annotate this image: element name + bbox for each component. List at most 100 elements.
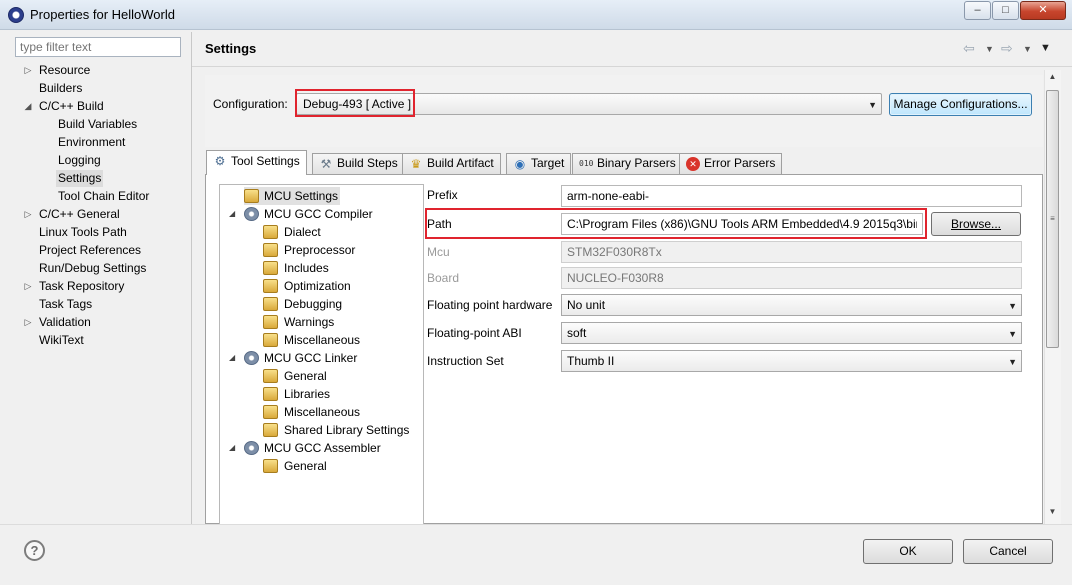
board-field: NUCLEO-F030R8 bbox=[561, 267, 1022, 289]
fp-abi-select[interactable]: soft ▼ bbox=[561, 322, 1022, 344]
prefix-label: Prefix bbox=[427, 188, 458, 202]
options-folder-icon bbox=[263, 225, 278, 239]
nav-item-project-references[interactable]: Project References bbox=[39, 242, 141, 259]
tool-settings-tree: MCU Settings ◢ MCU GCC Compiler Dialect … bbox=[219, 184, 424, 524]
nav-item-resource[interactable]: Resource bbox=[39, 62, 90, 79]
nav-item-build-variables[interactable]: Build Variables bbox=[58, 116, 137, 133]
options-folder-icon bbox=[263, 333, 278, 347]
tool-cog-icon bbox=[244, 207, 259, 221]
nav-item-tool-chain-editor[interactable]: Tool Chain Editor bbox=[58, 188, 149, 205]
eclipse-app-icon bbox=[8, 7, 24, 23]
fp-abi-label: Floating-point ABI bbox=[427, 326, 522, 340]
nav-item-builders[interactable]: Builders bbox=[39, 80, 82, 97]
view-menu-icon[interactable]: ▼ bbox=[1040, 42, 1051, 54]
tool-settings-icon: ⚙ bbox=[214, 154, 226, 168]
ok-button[interactable]: OK bbox=[863, 539, 953, 564]
tool-cog-icon bbox=[244, 441, 259, 455]
nav-item-task-tags[interactable]: Task Tags bbox=[39, 296, 92, 313]
fp-hardware-value: No unit bbox=[567, 298, 606, 312]
nav-item-cc-build[interactable]: C/C++ Build bbox=[39, 98, 104, 115]
pane-divider[interactable] bbox=[191, 32, 192, 524]
filter-input[interactable] bbox=[15, 37, 181, 57]
collapse-arrow-icon[interactable]: ◢ bbox=[229, 209, 235, 218]
cancel-button[interactable]: Cancel bbox=[963, 539, 1053, 564]
minimize-button[interactable]: – bbox=[964, 1, 991, 20]
tab-label: Tool Settings bbox=[231, 154, 300, 168]
tab-label: Error Parsers bbox=[704, 156, 776, 170]
chevron-down-icon: ▼ bbox=[1008, 329, 1017, 339]
maximize-button[interactable]: □ bbox=[992, 1, 1019, 20]
tab-label: Build Steps bbox=[337, 156, 398, 170]
nav-item-cc-general[interactable]: C/C++ General bbox=[39, 206, 120, 223]
chevron-down-icon: ▼ bbox=[868, 100, 877, 110]
options-folder-icon bbox=[263, 459, 278, 473]
configuration-highlight-box bbox=[295, 89, 415, 117]
collapse-arrow-icon[interactable]: ◢ bbox=[229, 443, 235, 452]
scroll-down-icon[interactable]: ▼ bbox=[1044, 507, 1061, 516]
board-label: Board bbox=[427, 271, 460, 285]
build-artifact-icon: ♛ bbox=[410, 157, 422, 171]
tab-target[interactable]: ◉ Target bbox=[506, 153, 572, 174]
configuration-label: Configuration: bbox=[213, 97, 288, 111]
nav-item-environment[interactable]: Environment bbox=[58, 134, 125, 151]
expand-arrow-icon[interactable]: ▷ bbox=[22, 65, 34, 76]
header-divider bbox=[192, 66, 1072, 67]
mcu-field: STM32F030R8Tx bbox=[561, 241, 1022, 263]
tool-cog-icon bbox=[244, 351, 259, 365]
page-title: Settings bbox=[205, 41, 257, 56]
footer-divider bbox=[0, 524, 1072, 525]
expand-arrow-icon[interactable]: ▷ bbox=[22, 281, 34, 292]
options-folder-icon bbox=[263, 297, 278, 311]
tab-build-artifact[interactable]: ♛ Build Artifact bbox=[402, 153, 501, 174]
chevron-down-icon: ▼ bbox=[1008, 301, 1017, 311]
dropdown-icon[interactable]: ▼ bbox=[1023, 44, 1032, 54]
options-folder-icon bbox=[263, 279, 278, 293]
nav-item-validation[interactable]: Validation bbox=[39, 314, 91, 331]
nav-item-settings[interactable]: Settings bbox=[56, 170, 104, 187]
path-highlight-box bbox=[425, 208, 927, 239]
help-icon[interactable]: ? bbox=[24, 540, 45, 561]
mcu-label: Mcu bbox=[427, 245, 450, 259]
error-parsers-icon: ✕ bbox=[686, 157, 700, 171]
expand-arrow-icon[interactable]: ▷ bbox=[22, 209, 34, 220]
scroll-up-icon[interactable]: ▲ bbox=[1044, 72, 1061, 81]
manage-configurations-button[interactable]: Manage Configurations... bbox=[889, 93, 1032, 116]
window-title: Properties for HelloWorld bbox=[30, 7, 175, 22]
tab-tool-settings[interactable]: ⚙ Tool Settings bbox=[206, 150, 307, 175]
nav-item-linux-tools-path[interactable]: Linux Tools Path bbox=[39, 224, 127, 241]
nav-item-logging[interactable]: Logging bbox=[58, 152, 101, 169]
options-folder-icon bbox=[263, 243, 278, 257]
options-folder-icon bbox=[263, 261, 278, 275]
expand-arrow-icon[interactable]: ▷ bbox=[22, 317, 34, 328]
dropdown-icon[interactable]: ▼ bbox=[985, 44, 994, 54]
collapse-arrow-icon[interactable]: ◢ bbox=[229, 353, 235, 362]
options-folder-icon bbox=[263, 315, 278, 329]
fp-abi-value: soft bbox=[567, 326, 587, 340]
forward-arrow-icon[interactable]: ⇨ bbox=[1001, 40, 1013, 57]
nav-item-task-repository[interactable]: Task Repository bbox=[39, 278, 124, 295]
tree-item-mcu-settings[interactable]: MCU Settings bbox=[244, 187, 340, 205]
options-folder-icon bbox=[263, 423, 278, 437]
tab-label: Build Artifact bbox=[427, 156, 494, 170]
tab-build-steps[interactable]: ⚒ Build Steps bbox=[312, 153, 405, 174]
fp-hardware-select[interactable]: No unit ▼ bbox=[561, 294, 1022, 316]
options-folder-icon bbox=[263, 369, 278, 383]
tab-error-parsers[interactable]: ✕ Error Parsers bbox=[679, 153, 783, 174]
tab-binary-parsers[interactable]: 010 Binary Parsers bbox=[572, 153, 683, 174]
collapse-arrow-icon[interactable]: ◢ bbox=[22, 101, 34, 112]
instruction-set-label: Instruction Set bbox=[427, 354, 504, 368]
instruction-set-value: Thumb II bbox=[567, 354, 615, 368]
build-steps-icon: ⚒ bbox=[320, 157, 332, 171]
nav-item-wikitext[interactable]: WikiText bbox=[39, 332, 84, 349]
browse-button[interactable]: Browse... bbox=[931, 212, 1021, 236]
options-folder-icon bbox=[263, 387, 278, 401]
prefix-field[interactable] bbox=[561, 185, 1022, 207]
chevron-down-icon: ▼ bbox=[1008, 357, 1017, 367]
fp-hardware-label: Floating point hardware bbox=[427, 298, 553, 312]
back-arrow-icon[interactable]: ⇦ bbox=[963, 40, 975, 57]
options-folder-icon bbox=[263, 405, 278, 419]
nav-item-run-debug-settings[interactable]: Run/Debug Settings bbox=[39, 260, 146, 277]
close-button[interactable]: ✕ bbox=[1020, 1, 1066, 20]
grip-icon: ≡ bbox=[1050, 214, 1055, 223]
instruction-set-select[interactable]: Thumb II ▼ bbox=[561, 350, 1022, 372]
